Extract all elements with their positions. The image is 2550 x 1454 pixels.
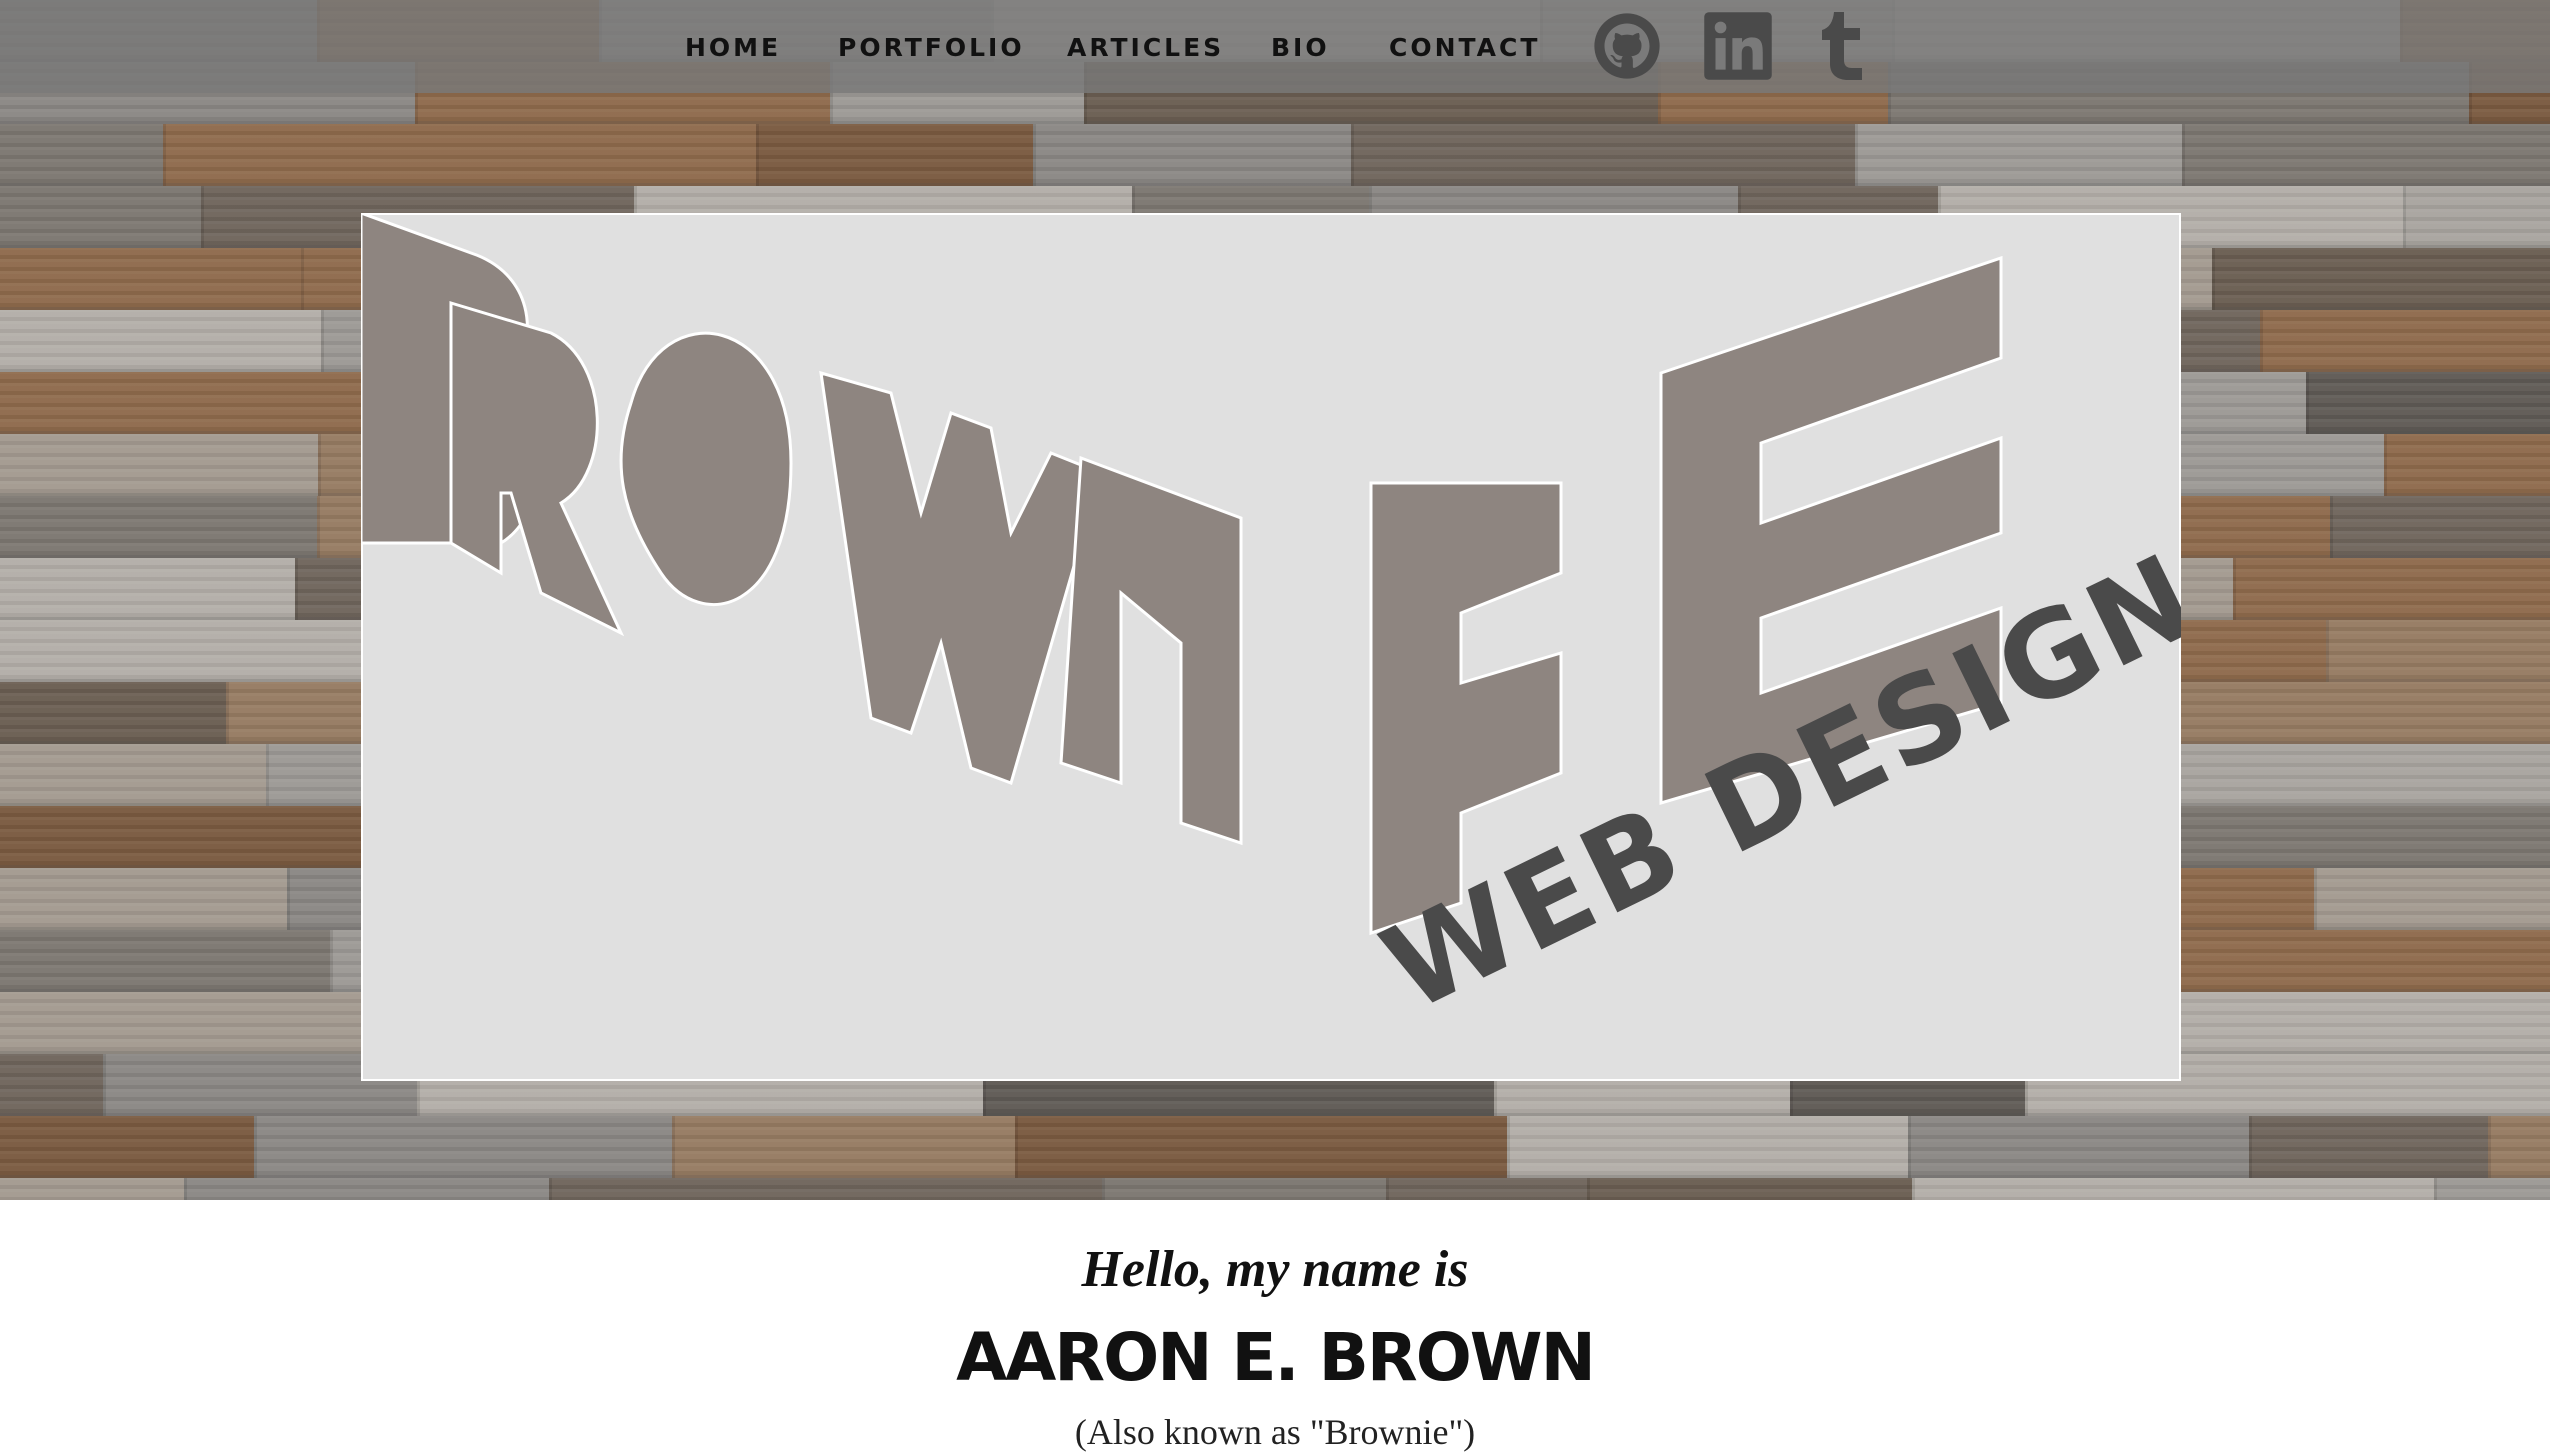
wood-plank [0,1054,103,1116]
nav-portfolio-link[interactable]: PORTFOLIO [838,30,1025,66]
wood-plank [2384,434,2550,496]
wood-plank [1507,1116,1908,1178]
wood-plank [2330,496,2550,558]
wood-plank [0,682,226,744]
wood-plank [2306,372,2550,434]
wood-plank [0,868,287,930]
name-heading: AARON E. BROWN [956,1319,1596,1396]
wood-plank [0,186,201,248]
wood-plank [2182,124,2550,186]
wood-plank [1912,1178,2434,1200]
wood-plank [0,992,398,1054]
wood-plank [2314,868,2550,930]
wood-plank [2233,558,2550,620]
wood-plank [0,930,330,992]
wood-plank [0,310,321,372]
wood-plank [2488,1116,2550,1178]
wood-plank [0,248,301,310]
wood-plank [672,1116,1015,1178]
nav-articles-link[interactable]: ARTICLES [1067,30,1224,66]
wood-plank [1033,124,1351,186]
wood-plank [0,434,318,496]
wood-plank [2326,620,2550,682]
wood-plank [1015,1116,1507,1178]
wood-plank [163,124,756,186]
wood-plank [549,1178,1102,1200]
wood-plank [184,1178,549,1200]
wood-plank [0,496,317,558]
wood-plank [2434,1178,2550,1200]
brown-e-logo: WEB DESIGN [361,213,2181,1081]
wood-plank [2172,930,2550,992]
logo-panel: WEB DESIGN [361,213,2181,1081]
navbar: HOME PORTFOLIO ARTICLES BIO CONTACT [0,0,2550,93]
wood-plank [0,124,163,186]
wood-plank [1587,1178,1912,1200]
tumblr-icon[interactable] [1810,10,1882,82]
wood-plank [1102,1178,1386,1200]
wood-plank [0,558,295,620]
github-icon[interactable] [1591,10,1663,82]
wood-plank [1908,1116,2249,1178]
wood-plank [2260,310,2550,372]
nav-bio-link[interactable]: BIO [1271,30,1330,66]
wood-plank [2173,744,2550,806]
nav-home-link[interactable]: HOME [685,30,781,66]
wood-plank [756,124,1033,186]
wood-plank [1386,1178,1587,1200]
wood-plank [254,1116,672,1178]
wood-plank [2403,186,2550,248]
wood-plank [1855,124,2182,186]
wood-plank [0,744,266,806]
wood-plank [0,1116,254,1178]
wood-plank [1351,124,1855,186]
wood-plank [2174,992,2550,1054]
wood-plank [2212,248,2550,310]
wood-plank [0,1178,184,1200]
nav-contact-link[interactable]: CONTACT [1389,30,1540,66]
linkedin-icon[interactable] [1702,10,1774,82]
wood-plank [2249,1116,2488,1178]
nav-menu: HOME PORTFOLIO ARTICLES BIO CONTACT [0,0,2550,93]
greeting-text: Hello, my name is [1081,1241,1469,1298]
nickname-text: (Also known as "Brownie") [1074,1412,1476,1452]
